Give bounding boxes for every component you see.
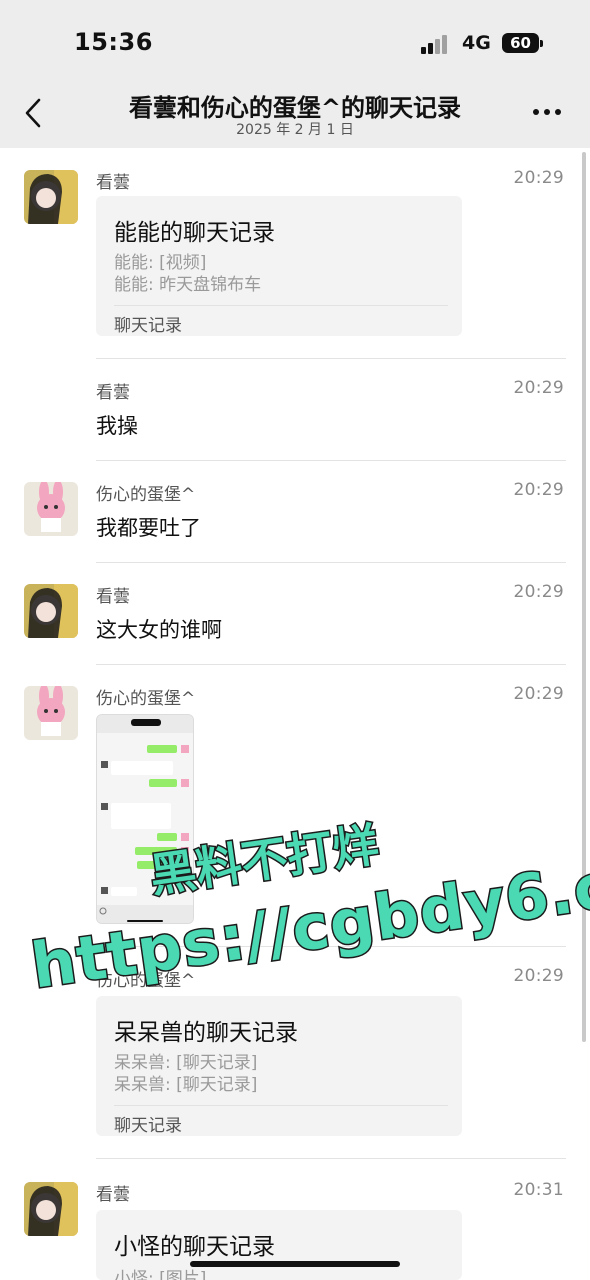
network-label: 4G [462,32,491,54]
chat-record-card[interactable]: 呆呆兽的聊天记录 呆呆兽: [聊天记录] 呆呆兽: [聊天记录] 聊天记录 [96,996,462,1136]
sender-name: 伤心的蛋堡^ [96,689,196,709]
message-time: 20:29 [513,966,564,986]
divider [96,664,566,665]
battery-icon: 60 [502,33,539,53]
message-time: 20:31 [513,1180,564,1200]
message-item: 看蕓 20:29 这大女的谁啊 [0,574,590,664]
avatar-bunny-icon [24,686,78,740]
message-time: 20:29 [513,168,564,188]
message-text[interactable]: 我操 [96,410,138,440]
back-button[interactable] [20,96,50,130]
divider [96,1158,566,1159]
divider [96,460,566,461]
divider [96,562,566,563]
battery-tip [540,40,543,47]
more-button[interactable] [530,104,564,118]
home-indicator[interactable] [190,1261,400,1267]
card-footer: 聊天记录 [114,316,182,336]
card-footer: 聊天记录 [114,1116,182,1136]
card-divider [114,1105,448,1106]
card-title: 小怪的聊天记录 [114,1234,275,1260]
sender-name: 看蕓 [96,587,130,607]
avatar[interactable] [24,1182,78,1236]
message-item: 看蕓 20:29 我操 [0,370,590,460]
divider [96,358,566,359]
card-divider [114,305,448,306]
avatar-bunny-icon [24,482,78,536]
chat-record-card[interactable]: 能能的聊天记录 能能: [视频] 能能: 昨天盘锦布车 聊天记录 [96,196,462,336]
chevron-left-icon [25,98,41,128]
avatar[interactable] [24,584,78,638]
message-time: 20:29 [513,582,564,602]
status-time: 15:36 [74,28,153,56]
card-line: 呆呆兽: [聊天记录] [114,1075,258,1095]
card-line: 能能: 昨天盘锦布车 [114,275,262,295]
message-text[interactable]: 我都要吐了 [96,512,201,542]
card-title: 呆呆兽的聊天记录 [114,1020,298,1046]
avatar[interactable] [24,170,78,224]
message-text[interactable]: 这大女的谁啊 [96,614,222,644]
chat-record-card[interactable]: 小怪的聊天记录 小怪: [图片] [96,1210,462,1280]
sender-name: 看蕓 [96,383,130,403]
sender-name: 伤心的蛋堡^ [96,485,196,505]
message-item: 伤心的蛋堡^ 20:29 我都要吐了 [0,472,590,562]
sender-name: 看蕓 [96,173,130,193]
avatar[interactable] [24,482,78,536]
message-time: 20:29 [513,480,564,500]
top-bar: 15:36 4G 60 看蕓和伤心的蛋堡^的聊天记录 2025 年 2 月 1 … [0,0,590,148]
card-title: 能能的聊天记录 [114,220,275,246]
message-item: 看蕓 20:29 能能的聊天记录 能能: [视频] 能能: 昨天盘锦布车 聊天记… [0,160,590,360]
page-subtitle: 2025 年 2 月 1 日 [236,122,354,138]
signal-icon [421,34,451,54]
avatar-girl-icon [24,170,78,224]
avatar[interactable] [24,686,78,740]
avatar-girl-icon [24,1182,78,1236]
sender-name: 看蕓 [96,1185,130,1205]
avatar-girl-icon [24,584,78,638]
page-title: 看蕓和伤心的蛋堡^的聊天记录 [128,94,462,122]
message-time: 20:29 [513,378,564,398]
message-time: 20:29 [513,684,564,704]
